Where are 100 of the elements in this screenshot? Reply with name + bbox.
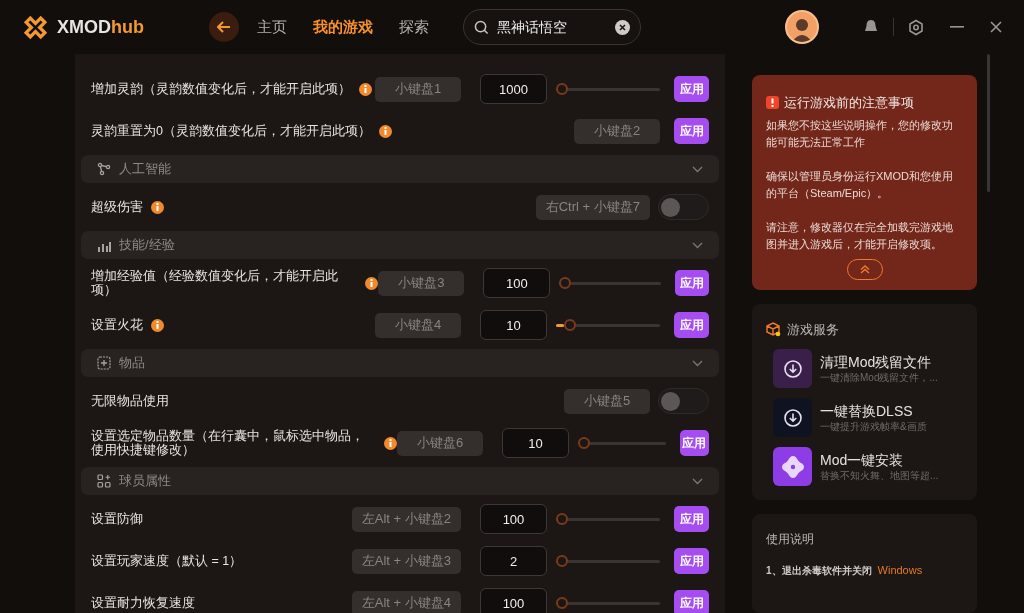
- option-label: 超级伤害: [91, 200, 143, 214]
- settings-icon[interactable]: [908, 18, 924, 36]
- chevron-icon[interactable]: [692, 241, 703, 249]
- slider[interactable]: [556, 513, 660, 525]
- category-header[interactable]: 技能/经验: [81, 231, 719, 259]
- slider[interactable]: [556, 83, 660, 95]
- network-icon: [97, 162, 111, 176]
- value-input[interactable]: 100: [480, 588, 547, 613]
- hotkey-label: 左Alt + 小键盘3: [351, 548, 461, 574]
- services-title: 游戏服务: [787, 320, 839, 339]
- chevron-icon[interactable]: [692, 165, 703, 173]
- scrollbar[interactable]: [987, 54, 990, 192]
- info-icon[interactable]: [365, 276, 379, 290]
- logo-icon: [22, 13, 49, 41]
- value-input[interactable]: 100: [483, 268, 551, 298]
- option-label: 灵韵重置为0（灵韵数值变化后，才能开启此项）: [91, 124, 371, 138]
- option-label: 设置耐力恢复速度: [91, 596, 195, 610]
- chevron-icon[interactable]: [692, 359, 703, 367]
- info-icon[interactable]: [151, 318, 164, 332]
- apply-button[interactable]: 应用: [674, 312, 709, 338]
- option-label: 设置玩家速度（默认 = 1）: [91, 554, 243, 568]
- close-icon[interactable]: [990, 21, 1002, 33]
- package-icon: [766, 321, 781, 337]
- search-field[interactable]: 黑神话悟空: [463, 9, 641, 45]
- nav-tab[interactable]: 探索: [399, 15, 429, 39]
- category-title: 球员属性: [119, 472, 172, 491]
- service-title: Mod一键安装: [820, 450, 905, 469]
- hotkey-label: 右Ctrl + 小键盘7: [535, 194, 650, 220]
- slider[interactable]: [556, 319, 660, 331]
- hotkey-label: 小键盘5: [564, 388, 650, 414]
- value-input[interactable]: 10: [480, 310, 547, 340]
- hotkey-label: 小键盘4: [375, 312, 461, 338]
- search-icon: [474, 19, 489, 35]
- option-label: 增加灵韵（灵韵数值变化后，才能开启此项）: [91, 82, 351, 96]
- service-title: 清理Mod残留文件: [820, 352, 933, 371]
- service-description: 替换不知火舞、地图等超...: [820, 468, 939, 483]
- info-icon[interactable]: [151, 200, 164, 214]
- hotkey-label: 左Alt + 小键盘4: [351, 590, 461, 613]
- download-app-icon: [773, 398, 812, 437]
- value-input[interactable]: 10: [502, 428, 569, 458]
- option-label: 无限物品使用: [91, 394, 169, 408]
- avatar[interactable]: [785, 10, 819, 44]
- notice-text: 确保以管理员身份运行XMOD和您使用的平台（Steam/Epic）。: [766, 168, 954, 201]
- grid-icon: [97, 474, 111, 488]
- flower-app-icon: [773, 447, 812, 486]
- hotkey-label: 小键盘1: [375, 76, 461, 102]
- nav-tab[interactable]: 我的游戏: [313, 15, 373, 39]
- apply-button[interactable]: 应用: [674, 76, 709, 102]
- info-icon[interactable]: [378, 124, 392, 138]
- value-input[interactable]: 100: [480, 504, 547, 534]
- value-input[interactable]: 2: [480, 546, 547, 576]
- instructions-title: 使用说明: [766, 531, 815, 548]
- option-label: 设置火花: [91, 318, 143, 332]
- apply-button[interactable]: 应用: [674, 506, 709, 532]
- category-title: 物品: [119, 354, 146, 373]
- notice-text: 请注意，修改器仅在完全加载完游戏地图并进入游戏后，才能开启修改项。: [766, 219, 954, 252]
- download-app-icon: [773, 349, 812, 388]
- highlighted-term: Windows: [877, 563, 923, 578]
- chevron-icon[interactable]: [692, 477, 703, 485]
- category-header[interactable]: 人工智能: [81, 155, 719, 183]
- instruction-step: 1、退出杀毒软件并关闭: [766, 562, 872, 578]
- warning-icon: [766, 96, 779, 110]
- category-header[interactable]: 物品: [81, 349, 719, 377]
- category-title: 技能/经验: [119, 236, 176, 255]
- slider[interactable]: [556, 555, 660, 567]
- slider[interactable]: [559, 277, 661, 289]
- apply-button[interactable]: 应用: [674, 590, 709, 613]
- plus-square-icon: [97, 356, 111, 370]
- toggle-switch[interactable]: [658, 388, 709, 414]
- hotkey-label: 小键盘6: [397, 430, 483, 456]
- category-title: 人工智能: [119, 160, 172, 179]
- apply-button[interactable]: 应用: [674, 548, 709, 574]
- nav-tab[interactable]: 主页: [257, 15, 287, 39]
- hotkey-label: 小键盘2: [574, 118, 660, 144]
- info-icon[interactable]: [384, 436, 397, 450]
- search-input[interactable]: 黑神话悟空: [497, 16, 607, 38]
- notice-title: 运行游戏前的注意事项: [784, 94, 914, 112]
- clear-search-icon[interactable]: [615, 19, 630, 35]
- apply-button[interactable]: 应用: [674, 270, 709, 296]
- option-label: 设置防御: [91, 512, 143, 526]
- apply-button[interactable]: 应用: [674, 118, 709, 144]
- back-button[interactable]: [209, 12, 239, 42]
- service-title: 一键替换DLSS: [820, 401, 914, 420]
- brand-name: XMODhub: [57, 15, 145, 39]
- service-item[interactable]: Mod一键安装 替换不知火舞、地图等超...: [773, 447, 963, 486]
- notice-text: 如果您不按这些说明操作，您的修改功能可能无法正常工作: [766, 117, 954, 150]
- category-header[interactable]: 球员属性: [81, 467, 719, 495]
- double-chevron-up-icon: [859, 264, 870, 274]
- slider[interactable]: [578, 437, 666, 449]
- value-input[interactable]: 1000: [480, 74, 547, 104]
- toggle-switch[interactable]: [658, 194, 709, 220]
- hotkey-label: 左Alt + 小键盘2: [351, 506, 461, 532]
- slider[interactable]: [556, 597, 660, 609]
- apply-button[interactable]: 应用: [679, 430, 709, 456]
- option-label: 设置选定物品数量（在行囊中，鼠标选中物品，使用快捷键修改）: [91, 429, 365, 457]
- hotkey-label: 小键盘3: [378, 270, 465, 296]
- back-arrow-icon: [217, 21, 231, 33]
- minimize-icon[interactable]: [950, 26, 964, 28]
- option-label: 增加经验值（经验数值变化后，才能开启此项）: [91, 269, 339, 297]
- info-icon[interactable]: [359, 82, 372, 96]
